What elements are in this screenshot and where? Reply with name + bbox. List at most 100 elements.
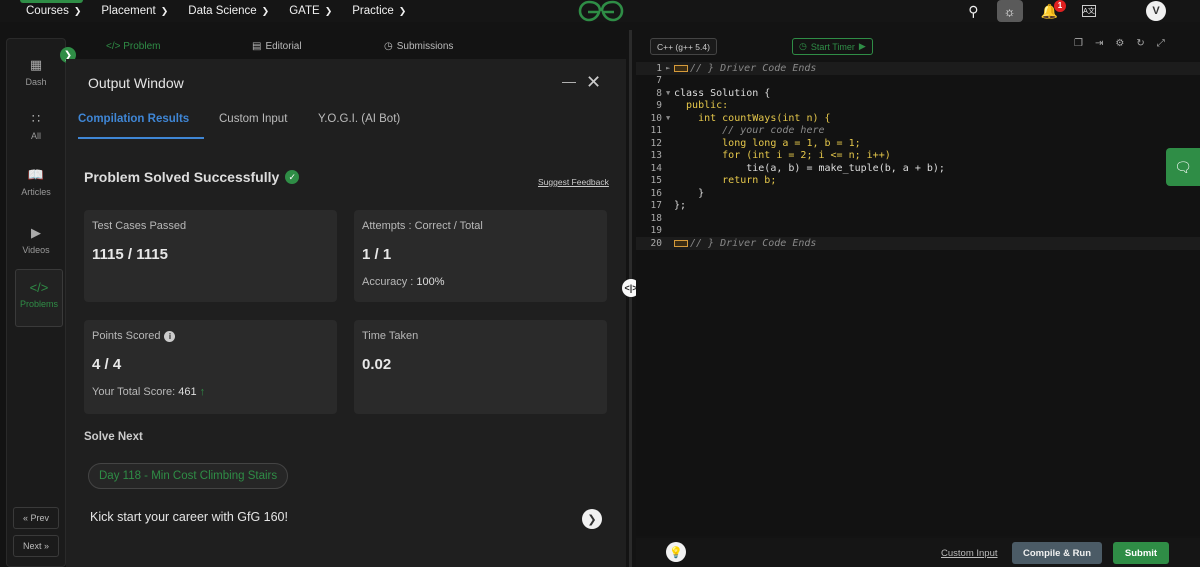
folded-region-icon[interactable] (674, 239, 688, 247)
status-text: Problem Solved Successfully (84, 169, 280, 185)
folded-region-icon[interactable] (674, 64, 688, 72)
export-icon[interactable]: ⇥ (1095, 38, 1103, 49)
accuracy-label: Accuracy : (362, 276, 414, 288)
points-label-text: Points Scored (92, 330, 161, 342)
search-icon[interactable]: ⚲ (968, 3, 978, 20)
status-message: Problem Solved Successfully ✓ (84, 169, 300, 185)
compile-run-button[interactable]: Compile & Run (1012, 542, 1102, 564)
language-select[interactable]: C++ (g++ 5.4) (650, 38, 717, 55)
nav-gate-label: GATE (289, 5, 320, 17)
chevron-down-icon: ❯ (73, 5, 82, 16)
line-number: 11 (650, 125, 662, 137)
translate-icon[interactable]: A文 (1082, 5, 1096, 17)
tab-problem[interactable]: </> Problem (106, 41, 160, 52)
line-number: 10 (650, 112, 662, 124)
language-select-value: C++ (g++ 5.4) (657, 41, 710, 52)
nav-courses[interactable]: Courses ❯ (26, 0, 81, 22)
custom-input-link[interactable]: Custom Input (941, 548, 998, 559)
attempts-label: Attempts : Correct / Total (362, 220, 483, 232)
fold-arrow-icon[interactable]: ▼ (666, 114, 674, 122)
timer-icon: ◷ (799, 41, 807, 51)
sidebar-item-articles[interactable]: 📖 Articles (7, 167, 65, 197)
accuracy-value: 100% (416, 276, 445, 288)
minimize-icon[interactable]: — (562, 73, 576, 89)
sidebar-item-videos[interactable]: ▶ Videos (7, 225, 65, 255)
next-button[interactable]: Next » (13, 535, 59, 557)
reset-icon[interactable]: ↻ (1136, 38, 1144, 49)
chat-bubble-icon[interactable]: 🗨 (1166, 148, 1200, 186)
line-number: 14 (650, 162, 662, 174)
line-number: 8 (656, 87, 662, 99)
notification-badge: 1 (1054, 0, 1066, 12)
nav-data-science[interactable]: Data Science ❯ (188, 0, 269, 22)
grid-icon: ∷ (31, 111, 41, 126)
tab-editorial[interactable]: ▤ Editorial (252, 41, 302, 52)
next-problem-chip[interactable]: Day 118 - Min Cost Climbing Stairs (88, 463, 289, 489)
code-line: 16 } (636, 187, 1200, 200)
tab-custom-input[interactable]: Custom Input (219, 113, 287, 125)
info-icon[interactable]: i (164, 330, 176, 342)
code-line: 12 long long a = 1, b = 1; (636, 137, 1200, 150)
code-text: for (int i = 2; i <= n; i++) (674, 150, 891, 162)
submit-button[interactable]: Submit (1113, 542, 1169, 564)
nav-practice[interactable]: Practice ❯ (352, 0, 406, 22)
tab-compilation-results[interactable]: Compilation Results (78, 113, 189, 125)
notification-bell-icon[interactable]: 🔔 1 (1041, 0, 1066, 20)
line-number: 20 (650, 237, 662, 249)
sidebar-item-label: Videos (22, 245, 50, 255)
tab-yogi-bot[interactable]: Y.O.G.I. (AI Bot) (318, 113, 400, 125)
points-card: Points Scored i 4 / 4 Your Total Score: 4… (84, 320, 337, 414)
accuracy: Accuracy : 100% (362, 276, 445, 288)
code-editor[interactable]: 1 ►// } Driver Code Ends 7 8 ▼ class Soluti… (636, 60, 1200, 536)
panel-divider[interactable] (629, 30, 632, 567)
code-line: 15 return b; (636, 175, 1200, 188)
nav-placement-label: Placement (101, 5, 156, 17)
code-line: 10 ▼ int countWays(int n) { (636, 112, 1200, 125)
output-window-title: Output Window (88, 75, 184, 91)
sidebar-item-dash[interactable]: ▦ Dash (7, 57, 65, 87)
theme-toggle-sun-icon[interactable]: ☼ (996, 0, 1023, 22)
suggest-feedback-link[interactable]: Suggest Feedback (538, 177, 609, 187)
start-timer-button[interactable]: ◷ Start Timer ▶ (792, 38, 873, 55)
fullscreen-icon[interactable]: ⤢ (1157, 38, 1165, 49)
code-text: long long a = 1, b = 1; (674, 137, 861, 149)
sidebar-item-problems[interactable]: </> Problems (15, 269, 63, 327)
output-tabs: Compilation Results Custom Input Y.O.G.I… (66, 107, 626, 137)
prev-button[interactable]: « Prev (13, 507, 59, 529)
nav-courses-label: Courses (26, 5, 69, 17)
nav-gate[interactable]: GATE ❯ (289, 0, 332, 22)
nav-practice-label: Practice (352, 5, 394, 17)
arrow-up-icon: ↑ (199, 386, 206, 398)
chevron-right-icon[interactable]: ❯ (582, 509, 602, 529)
gfg-logo[interactable] (578, 0, 624, 22)
sidebar-item-all[interactable]: ∷ All (7, 111, 65, 141)
lightbulb-icon[interactable]: 💡 (666, 542, 686, 562)
code-text: // } Driver Code Ends (690, 237, 817, 249)
attempts-card: Attempts : Correct / Total 1 / 1 Accurac… (354, 210, 607, 302)
chevron-down-icon: ❯ (160, 5, 169, 16)
editor-tools: ❐ ⇥ ⚙ ↻ ⤢ (1074, 38, 1165, 49)
line-number: 18 (650, 212, 662, 224)
copy-icon[interactable]: ❐ (1074, 38, 1083, 49)
editor-bottom-bar: 💡 Custom Input Compile & Run Submit (636, 538, 1200, 567)
points-label: Points Scored i (92, 330, 176, 342)
code-text: public: (674, 100, 729, 112)
line-number: 15 (650, 175, 662, 187)
time-label: Time Taken (362, 330, 419, 342)
code-text: // } Driver Code Ends (690, 62, 817, 74)
fold-arrow-icon[interactable]: ▼ (666, 89, 674, 97)
tab-submissions-label: Submissions (396, 40, 454, 52)
code-text: int countWays(int n) { (674, 112, 831, 124)
line-number: 17 (650, 200, 662, 212)
close-icon[interactable]: ✕ (586, 73, 601, 91)
code-line: 1 ► // } Driver Code Ends (636, 62, 1200, 75)
sidebar-item-label: Problems (19, 299, 58, 309)
fold-arrow-icon[interactable]: ► (666, 64, 674, 72)
nav-placement[interactable]: Placement ❯ (101, 0, 168, 22)
settings-gear-icon[interactable]: ⚙ (1115, 38, 1124, 49)
time-card: Time Taken 0.02 (354, 320, 607, 414)
avatar[interactable]: V (1146, 1, 1166, 21)
tab-submissions[interactable]: ◷ Submissions (384, 41, 453, 52)
chevron-down-icon: ❯ (261, 5, 270, 16)
sidebar-item-label: All (30, 131, 41, 141)
